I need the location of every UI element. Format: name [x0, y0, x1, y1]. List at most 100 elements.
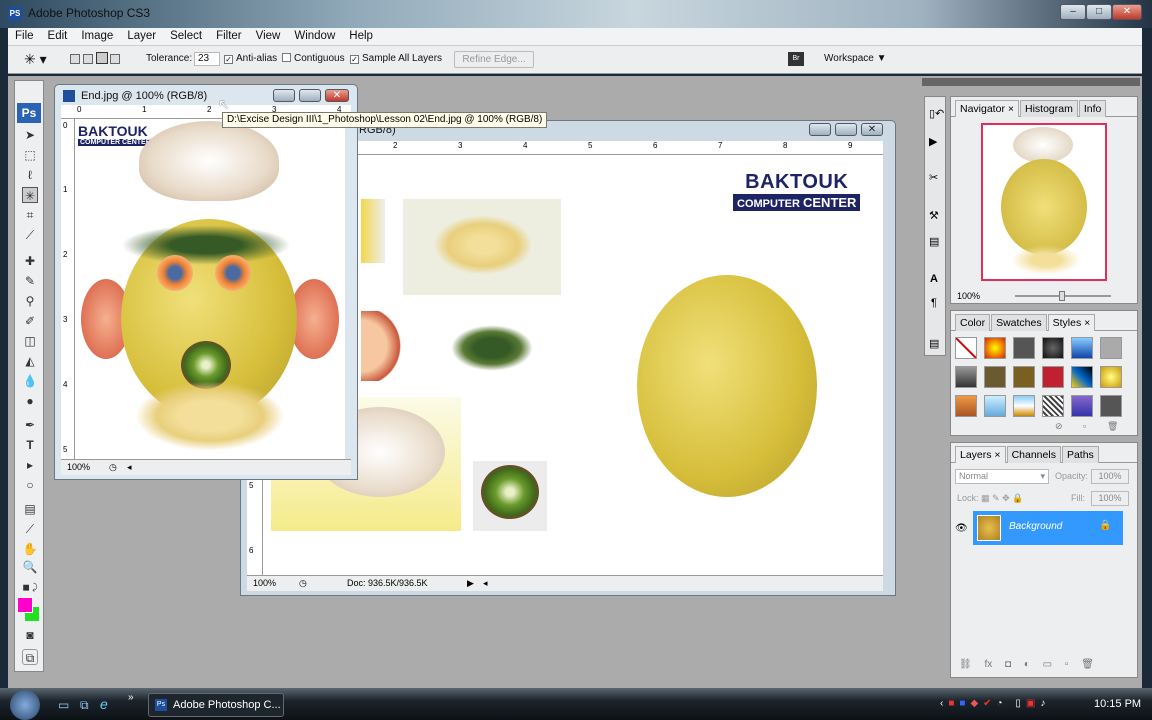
- end-maximize-button[interactable]: [299, 89, 321, 102]
- zoom-tool-icon[interactable]: 🔍: [22, 559, 38, 575]
- navigator-zoom-slider[interactable]: [1015, 291, 1111, 301]
- tab-navigator[interactable]: Navigator ×: [955, 100, 1019, 117]
- end-canvas[interactable]: BAKTOUK COMPUTER CENTER: [75, 119, 345, 459]
- doc2-status-menu-arrow[interactable]: ▶: [467, 576, 474, 591]
- history-brush-icon[interactable]: ✐: [22, 313, 38, 329]
- lock-position-icon[interactable]: ✥: [1002, 493, 1010, 503]
- brushes-panel-icon[interactable]: ⚒: [929, 209, 939, 222]
- character-panel-icon[interactable]: A: [930, 273, 938, 285]
- slice-tool-icon[interactable]: ⟋: [22, 227, 38, 243]
- tab-info[interactable]: Info: [1078, 100, 1107, 117]
- style-swatch[interactable]: [1100, 366, 1122, 388]
- path-selection-icon[interactable]: ▸: [22, 457, 38, 473]
- style-swatch[interactable]: [1042, 337, 1064, 359]
- lock-transparent-icon[interactable]: ▦: [981, 493, 990, 503]
- blend-mode-select[interactable]: Normal ▾: [955, 469, 1049, 484]
- history-panel-icon[interactable]: ▯↶: [929, 107, 944, 120]
- notes-tool-icon[interactable]: ▤: [22, 501, 38, 517]
- brush-tool-icon[interactable]: ✎: [22, 273, 38, 289]
- tolerance-input[interactable]: 23: [194, 52, 220, 66]
- menu-filter[interactable]: Filter: [209, 28, 249, 45]
- menu-window[interactable]: Window: [287, 28, 342, 45]
- layer-row-background[interactable]: Background 🔒: [973, 511, 1123, 545]
- navigator-zoom[interactable]: 100%: [957, 291, 980, 301]
- style-swatch[interactable]: [1071, 395, 1093, 417]
- menu-view[interactable]: View: [249, 28, 288, 45]
- move-tool-icon[interactable]: ➤: [22, 127, 38, 143]
- doc2-minimize-button[interactable]: [809, 123, 831, 136]
- default-colors-icon[interactable]: ◼ ⤸: [22, 579, 38, 595]
- doc2-status-icon[interactable]: ◷: [299, 576, 307, 591]
- new-style-icon[interactable]: ▫: [1083, 421, 1086, 431]
- tab-styles[interactable]: Styles ×: [1047, 314, 1096, 331]
- minimize-button[interactable]: –: [1060, 4, 1086, 20]
- selection-mode-buttons[interactable]: [70, 52, 121, 67]
- crop-tool-icon[interactable]: ⌗: [22, 207, 38, 223]
- lock-all-icon[interactable]: 🔒: [1012, 493, 1023, 503]
- style-swatch[interactable]: [984, 366, 1006, 388]
- magic-wand-tool-icon[interactable]: ✳: [22, 187, 38, 203]
- lock-image-icon[interactable]: ✎: [992, 493, 1000, 503]
- internet-explorer-icon[interactable]: e: [100, 696, 108, 712]
- menu-edit[interactable]: Edit: [41, 28, 75, 45]
- style-swatch[interactable]: [1100, 337, 1122, 359]
- style-none[interactable]: [955, 337, 977, 359]
- end-minimize-button[interactable]: [273, 89, 295, 102]
- style-swatch[interactable]: [1013, 366, 1035, 388]
- tab-swatches[interactable]: Swatches: [991, 314, 1047, 331]
- tool-presets-icon[interactable]: ✂: [929, 171, 938, 184]
- pen-tool-icon[interactable]: ✒: [22, 417, 38, 433]
- bridge-icon[interactable]: Br: [788, 52, 804, 66]
- start-button[interactable]: [10, 690, 40, 720]
- screen-mode-icon[interactable]: ⧉: [22, 649, 38, 665]
- magic-wand-icon[interactable]: ✳ ▾: [24, 51, 47, 68]
- quicklaunch-chevron[interactable]: »: [128, 692, 134, 703]
- maximize-button[interactable]: □: [1086, 4, 1112, 20]
- style-swatch[interactable]: [984, 395, 1006, 417]
- hand-tool-icon[interactable]: ✋: [22, 541, 38, 557]
- refine-edge-button[interactable]: Refine Edge...: [454, 51, 534, 68]
- close-button[interactable]: ✕: [1112, 4, 1142, 20]
- anti-alias-checkbox[interactable]: ✓ Anti-alias: [224, 53, 277, 64]
- clone-source-icon[interactable]: ▤: [929, 235, 939, 248]
- system-tray-icons[interactable]: ‹■■◆✔◔ ▯▣♪: [940, 698, 1050, 709]
- taskbar-photoshop-button[interactable]: Ps Adobe Photoshop C...: [148, 693, 284, 717]
- tab-layers[interactable]: Layers ×: [955, 446, 1006, 463]
- doc2-close-button[interactable]: ✕: [861, 123, 883, 136]
- style-swatch[interactable]: [1013, 395, 1035, 417]
- menu-help[interactable]: Help: [342, 28, 380, 45]
- sample-all-layers-checkbox[interactable]: ✓ Sample All Layers: [350, 53, 442, 64]
- menu-image[interactable]: Image: [74, 28, 120, 45]
- tab-histogram[interactable]: Histogram: [1020, 100, 1078, 117]
- style-swatch[interactable]: [955, 395, 977, 417]
- lasso-tool-icon[interactable]: ℓ: [22, 167, 38, 183]
- eyedropper-icon[interactable]: ⟋: [22, 521, 38, 537]
- end-horizontal-scrollbar[interactable]: ◂: [127, 460, 132, 475]
- end-close-button[interactable]: ✕: [325, 89, 349, 102]
- menu-layer[interactable]: Layer: [120, 28, 163, 45]
- style-swatch[interactable]: [955, 366, 977, 388]
- doc2-horizontal-scrollbar[interactable]: ◂: [483, 576, 488, 591]
- eraser-icon[interactable]: ◫: [22, 333, 38, 349]
- layer-visibility-eye-icon[interactable]: 👁: [955, 523, 968, 534]
- doc2-zoom-level[interactable]: 100%: [253, 576, 276, 591]
- healing-brush-icon[interactable]: ✚: [22, 253, 38, 269]
- style-swatch[interactable]: [1042, 395, 1064, 417]
- type-tool-icon[interactable]: T: [22, 437, 38, 453]
- actions-panel-icon[interactable]: ▶: [929, 135, 937, 148]
- contiguous-checkbox[interactable]: Contiguous: [282, 53, 345, 64]
- paragraph-panel-icon[interactable]: ¶: [931, 297, 937, 309]
- menu-select[interactable]: Select: [163, 28, 209, 45]
- clone-stamp-icon[interactable]: ⚲: [22, 293, 38, 309]
- tab-paths[interactable]: Paths: [1061, 446, 1099, 463]
- end-title-bar[interactable]: End.jpg @ 100% (RGB/8) ✕: [55, 87, 357, 105]
- navigator-preview[interactable]: [981, 123, 1107, 281]
- tab-color[interactable]: Color: [955, 314, 991, 331]
- layers-footer-icons[interactable]: ⛓ fx ◘ ◐ ▭ ▫ 🗑: [959, 659, 1094, 670]
- end-zoom-level[interactable]: 100%: [67, 460, 90, 475]
- clear-style-icon[interactable]: ⊘: [1055, 421, 1063, 432]
- fill-input[interactable]: 100%: [1091, 491, 1129, 506]
- shape-tool-icon[interactable]: ○: [22, 477, 38, 493]
- delete-style-icon[interactable]: 🗑: [1107, 421, 1118, 432]
- dodge-tool-icon[interactable]: ●: [22, 393, 38, 409]
